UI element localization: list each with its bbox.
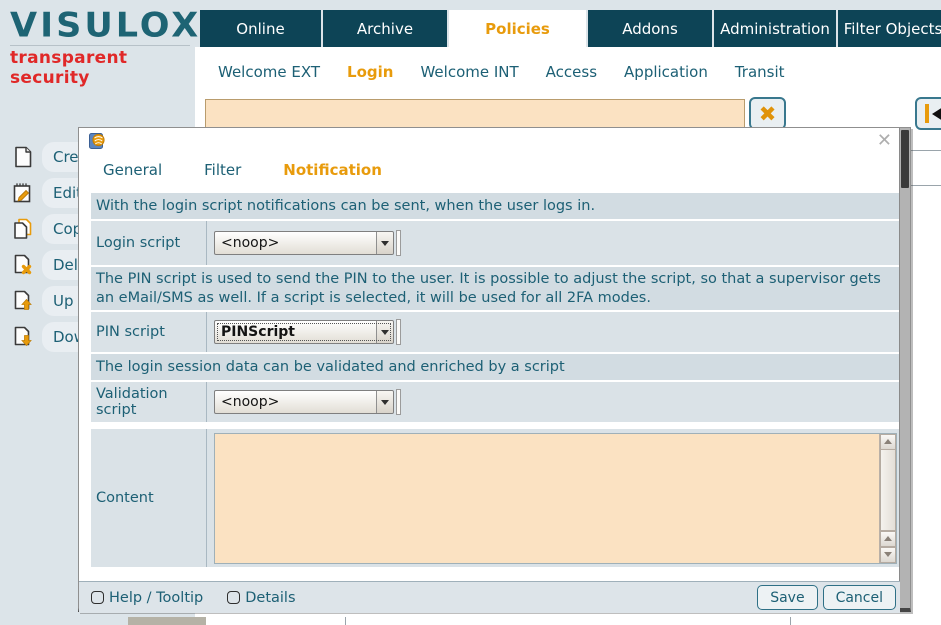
validation-script-row: Validation script <noop> xyxy=(91,382,899,422)
combo-edge-decoration xyxy=(396,319,401,345)
help-tooltip-checkbox[interactable] xyxy=(91,591,104,604)
clear-search-button[interactable]: ✖ xyxy=(749,97,786,130)
globe-icon xyxy=(89,133,106,150)
collapse-bar-icon xyxy=(924,104,929,123)
brand-name: VISULOX xyxy=(10,6,202,46)
dialog-scrollbar-thumb[interactable] xyxy=(901,130,909,188)
pin-script-label: PIN script xyxy=(96,324,165,340)
pin-script-field: PINScript xyxy=(206,312,899,352)
validation-script-label: Validation script xyxy=(96,386,168,418)
collapse-panel-button[interactable] xyxy=(915,97,941,130)
content-textarea[interactable] xyxy=(215,434,879,563)
arrow-left-icon xyxy=(931,104,941,123)
save-button[interactable]: Save xyxy=(757,585,818,610)
login-script-select[interactable]: <noop> xyxy=(214,231,394,255)
sub-nav-welcome-ext[interactable]: Welcome EXT xyxy=(218,63,320,81)
document-copy-icon xyxy=(11,217,35,241)
content-textarea-frame xyxy=(214,432,897,564)
document-edit-icon xyxy=(11,181,35,205)
pin-script-value: PINScript xyxy=(221,324,295,340)
login-script-field: <noop> xyxy=(206,221,899,265)
combo-edge-decoration xyxy=(396,389,401,415)
sub-nav: Welcome EXT Login Welcome INT Access App… xyxy=(218,60,785,84)
login-script-info-text: With the login script notifications can … xyxy=(91,193,899,219)
details-checkbox[interactable] xyxy=(227,591,241,604)
tab-notification[interactable]: Notification xyxy=(283,161,382,183)
sub-nav-access[interactable]: Access xyxy=(546,63,597,81)
clear-x-icon: ✖ xyxy=(758,101,777,126)
content-row: Content xyxy=(91,429,899,567)
content-field xyxy=(206,429,899,567)
search-input[interactable] xyxy=(205,99,745,128)
scroll-up-icon[interactable] xyxy=(880,433,896,450)
sub-nav-login[interactable]: Login xyxy=(347,63,393,81)
main-nav: Online Archive Policies Addons Administr… xyxy=(200,10,941,47)
pin-script-info-text: The PIN script is used to send the PIN t… xyxy=(91,267,899,310)
scroll-up-icon[interactable] xyxy=(880,530,896,547)
sub-nav-application[interactable]: Application xyxy=(624,63,708,81)
pin-script-select[interactable]: PINScript xyxy=(214,320,394,344)
validation-script-field: <noop> xyxy=(206,382,899,422)
validation-script-value: <noop> xyxy=(221,394,280,410)
close-icon[interactable]: ✕ xyxy=(877,132,892,150)
background-fragment xyxy=(128,617,206,625)
document-new-icon xyxy=(11,145,35,169)
content-label: Content xyxy=(96,490,154,506)
brand-tagline: transparent security xyxy=(10,48,128,88)
dialog-scrollbar[interactable] xyxy=(899,128,910,608)
brand-logo: VISULOX transparent security xyxy=(10,6,202,88)
dialog-footer: Help / Tooltip Details Save Cancel xyxy=(79,581,900,613)
cancel-button[interactable]: Cancel xyxy=(822,585,896,610)
document-download-icon xyxy=(11,325,35,349)
table-column-divider xyxy=(345,617,346,625)
textarea-scrollbar[interactable] xyxy=(879,433,896,563)
chevron-down-icon[interactable] xyxy=(376,232,393,254)
tab-general[interactable]: General xyxy=(103,161,162,183)
login-script-label: Login script xyxy=(96,235,181,251)
help-tooltip-label[interactable]: Help / Tooltip xyxy=(109,590,203,606)
scroll-down-icon[interactable] xyxy=(880,546,896,563)
main-nav-tab-archive[interactable]: Archive xyxy=(323,10,447,47)
tab-filter[interactable]: Filter xyxy=(204,161,241,183)
main-nav-tab-filter-objects[interactable]: Filter Objects xyxy=(838,10,941,47)
app-window: VISULOX transparent security Online Arch… xyxy=(0,0,941,625)
dialog-tabs: General Filter Notification xyxy=(103,161,382,183)
chevron-down-icon[interactable] xyxy=(376,321,393,343)
document-upload-icon xyxy=(11,289,35,313)
details-label[interactable]: Details xyxy=(245,590,295,606)
combo-edge-decoration xyxy=(396,230,401,256)
pin-script-row: PIN script PINScript xyxy=(91,312,899,352)
chevron-down-icon[interactable] xyxy=(376,391,393,413)
main-nav-tab-policies[interactable]: Policies xyxy=(449,10,586,47)
sub-nav-transit[interactable]: Transit xyxy=(735,63,785,81)
main-nav-tab-administration[interactable]: Administration xyxy=(714,10,836,47)
policy-edit-dialog: ✕ General Filter Notification With the l… xyxy=(78,127,911,613)
login-script-value: <noop> xyxy=(221,235,280,251)
validation-script-info-text: The login session data can be validated … xyxy=(91,354,899,380)
login-script-row: Login script <noop> xyxy=(91,221,899,265)
textarea-scrollbar-thumb[interactable] xyxy=(880,449,896,531)
table-column-divider xyxy=(790,617,791,625)
sub-nav-welcome-int[interactable]: Welcome INT xyxy=(420,63,518,81)
validation-script-select[interactable]: <noop> xyxy=(214,390,394,414)
main-nav-tab-online[interactable]: Online xyxy=(200,10,321,47)
main-nav-tab-addons[interactable]: Addons xyxy=(588,10,712,47)
document-delete-icon xyxy=(11,253,35,277)
